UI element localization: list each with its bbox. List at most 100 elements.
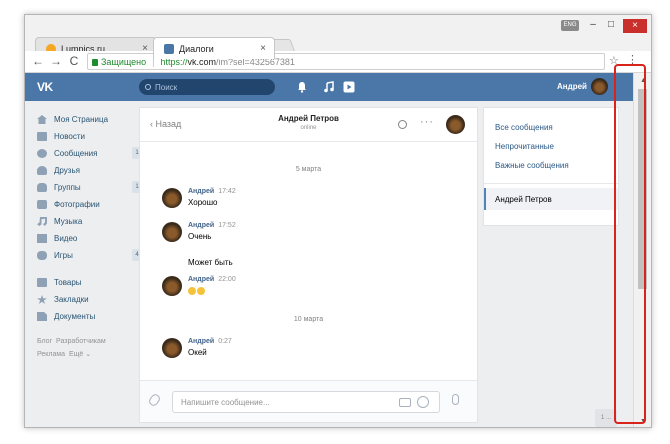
- message-input[interactable]: Напишите сообщение...: [172, 391, 440, 413]
- more-icon[interactable]: ···: [420, 116, 434, 128]
- message-author-line: Андрей 22:00: [188, 276, 236, 283]
- tab-strip: Lumpics.ru × Диалоги × ENG – □ ×: [25, 15, 651, 59]
- message-time: 22:00: [218, 276, 236, 283]
- tab-title: Диалоги: [179, 43, 214, 54]
- left-sidebar: Моя Страница Новости Сообщения 1 Друзья …: [37, 111, 142, 361]
- sidebar-item-news[interactable]: Новости: [37, 128, 142, 145]
- friends-icon: [37, 166, 47, 175]
- sidebar-item-messages[interactable]: Сообщения 1: [37, 145, 142, 162]
- message-text: Хорошо: [188, 198, 218, 207]
- sidebar-item-groups[interactable]: Группы 1: [37, 179, 142, 196]
- message-text: Может быть: [188, 258, 233, 267]
- paperclip-icon[interactable]: [147, 392, 162, 408]
- sidebar-item-label: Группы: [54, 183, 81, 192]
- sidebar-item-label: Сообщения: [54, 149, 98, 158]
- scroll-up-arrow-icon[interactable]: ▲: [640, 77, 647, 84]
- message-author[interactable]: Андрей: [188, 222, 214, 229]
- music-icon[interactable]: [323, 81, 335, 93]
- documents-icon: [37, 312, 47, 321]
- sidebar-item-games[interactable]: Игры 4: [37, 247, 142, 264]
- vk-header: VK Поиск Андрей: [25, 73, 633, 101]
- divider: [484, 183, 618, 184]
- sidebar-item-label: Игры: [54, 251, 73, 260]
- scroll-down-arrow-icon[interactable]: ▼: [640, 418, 647, 425]
- avatar[interactable]: [162, 222, 182, 242]
- sidebar-item-bookmarks[interactable]: Закладки: [37, 291, 142, 308]
- avatar[interactable]: [446, 115, 465, 134]
- search-placeholder: Поиск: [155, 82, 178, 92]
- chat-panel: ‹ Назад Андрей Петров online ··· 5 марта…: [139, 107, 478, 423]
- filter-unread[interactable]: Непрочитанные: [484, 137, 618, 156]
- browser-menu-icon[interactable]: ⋮: [627, 53, 638, 66]
- scrollbar[interactable]: ▲ ▼: [633, 73, 651, 427]
- avatar[interactable]: [162, 188, 182, 208]
- sidebar-item-label: Друзья: [54, 166, 80, 175]
- filter-active-conversation[interactable]: Андрей Петров: [484, 188, 618, 210]
- avatar[interactable]: [162, 276, 182, 296]
- date-separator: 10 марта: [293, 316, 324, 323]
- forward-arrow-icon[interactable]: →: [49, 54, 63, 68]
- message-author-line: Андрей 17:52: [188, 222, 236, 229]
- language-badge: ENG: [561, 20, 579, 31]
- news-icon: [37, 132, 47, 141]
- back-arrow-icon[interactable]: ←: [31, 54, 45, 68]
- sidebar-item-label: Документы: [54, 312, 96, 321]
- secure-label: Защищено: [101, 56, 147, 67]
- message-filters: Все сообщения Непрочитанные Важные сообщ…: [483, 107, 619, 226]
- avatar[interactable]: [591, 78, 608, 95]
- browser-window: Lumpics.ru × Диалоги × ENG – □ × ← → C З…: [24, 14, 652, 428]
- games-icon: [37, 251, 47, 260]
- scrollbar-thumb[interactable]: [638, 89, 647, 289]
- play-icon[interactable]: [343, 81, 355, 93]
- sidebar-item-photos[interactable]: Фотографии: [37, 196, 142, 213]
- footer-link-developers[interactable]: Разработчикам: [56, 338, 106, 345]
- sidebar-item-video[interactable]: Видео: [37, 230, 142, 247]
- page-indicator[interactable]: 1 ...: [595, 409, 617, 427]
- sidebar-item-music[interactable]: Музыка: [37, 213, 142, 230]
- messages-icon: [37, 149, 47, 158]
- message-text: Окей: [188, 348, 207, 357]
- emoji-icon[interactable]: [417, 396, 429, 408]
- sidebar-item-label: Моя Страница: [54, 115, 109, 124]
- home-icon: [37, 115, 47, 124]
- sidebar-item-friends[interactable]: Друзья: [37, 162, 142, 179]
- chat-header: ‹ Назад Андрей Петров online ···: [140, 108, 477, 142]
- minimize-button[interactable]: –: [585, 19, 601, 30]
- footer-link-more[interactable]: Ещё ⌄: [69, 351, 91, 358]
- bookmark-star-icon[interactable]: ☆: [609, 54, 619, 67]
- laughing-emoji-icon: [188, 287, 196, 295]
- filter-important[interactable]: Важные сообщения: [484, 156, 618, 175]
- search-input[interactable]: Поиск: [139, 79, 275, 95]
- reload-icon[interactable]: C: [67, 54, 81, 68]
- camera-icon[interactable]: [399, 398, 411, 407]
- avatar[interactable]: [162, 338, 182, 358]
- message-author[interactable]: Андрей: [188, 188, 214, 195]
- goods-icon: [37, 278, 47, 287]
- footer-link-blog[interactable]: Блог: [37, 338, 52, 345]
- page-body: Моя Страница Новости Сообщения 1 Друзья …: [25, 101, 633, 427]
- sidebar-item-goods[interactable]: Товары: [37, 274, 142, 291]
- maximize-button[interactable]: □: [603, 19, 619, 30]
- footer-link-ads[interactable]: Реклама: [37, 351, 65, 358]
- sidebar-item-label: Музыка: [54, 217, 83, 226]
- close-tab-icon[interactable]: ×: [260, 43, 266, 54]
- vk-logo[interactable]: VK: [37, 80, 53, 94]
- search-icon[interactable]: [398, 120, 407, 129]
- music-note-icon: [37, 217, 47, 226]
- bell-icon[interactable]: [296, 81, 308, 93]
- message-author[interactable]: Андрей: [188, 276, 214, 283]
- microphone-icon[interactable]: [452, 394, 459, 405]
- message-input-placeholder: Напишите сообщение...: [181, 398, 270, 407]
- filter-all-messages[interactable]: Все сообщения: [484, 118, 618, 137]
- message-author-line: Андрей 0:27: [188, 338, 232, 345]
- tab-dialogs[interactable]: Диалоги ×: [153, 37, 275, 59]
- sidebar-item-label: Видео: [54, 234, 78, 243]
- sidebar-item-documents[interactable]: Документы: [37, 308, 142, 325]
- close-window-button[interactable]: ×: [623, 19, 647, 33]
- bookmarks-icon: [37, 295, 47, 304]
- sidebar-item-my-page[interactable]: Моя Страница: [37, 111, 142, 128]
- message-composer: Напишите сообщение...: [140, 380, 477, 422]
- message-author[interactable]: Андрей: [188, 338, 214, 345]
- user-name[interactable]: Андрей: [557, 82, 587, 91]
